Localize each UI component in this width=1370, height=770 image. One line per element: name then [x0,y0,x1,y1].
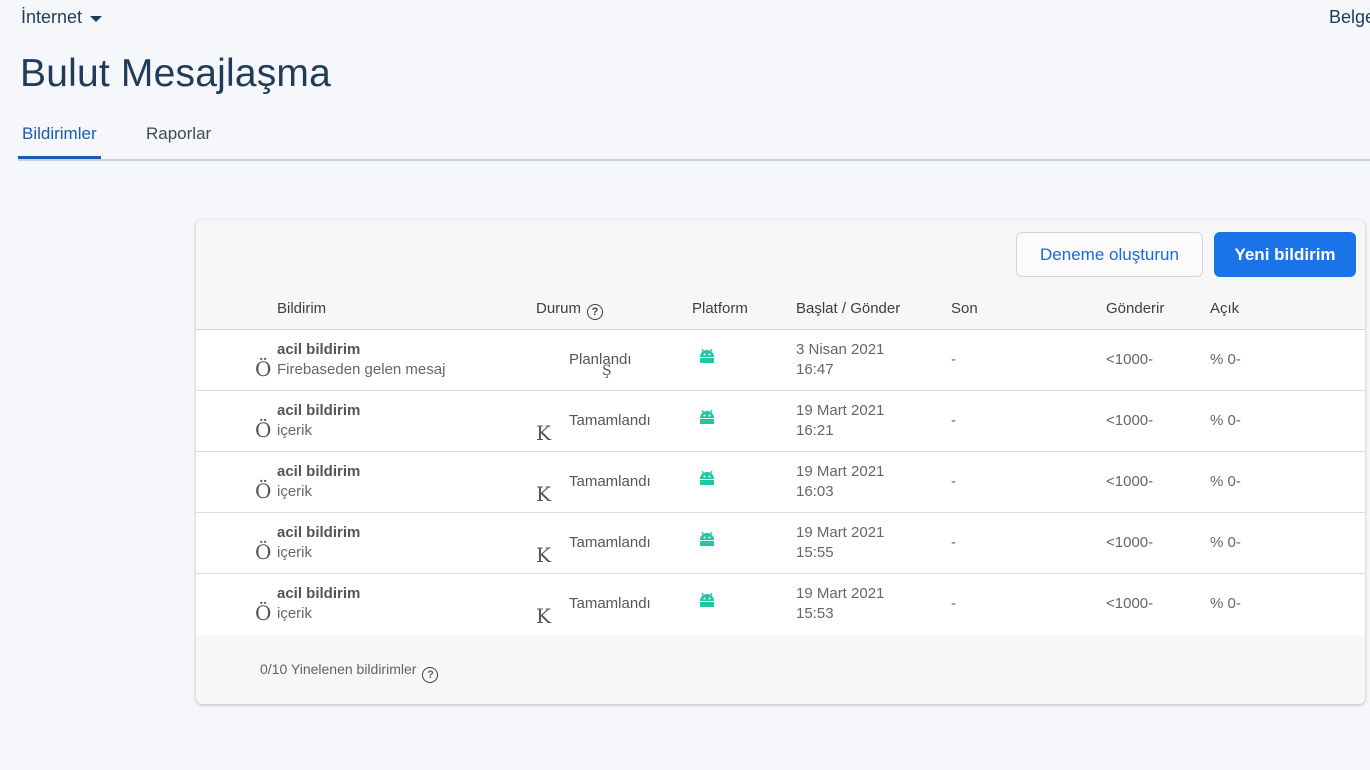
opens-value: % 0- [1210,473,1241,490]
top-bar: İnternet Belge [0,0,1370,36]
notification-rows: Ö acil bildirim Firebaseden gelen mesaj … [196,330,1365,635]
col-end[interactable]: Son [951,300,978,317]
send-time: 15:53 [796,605,834,622]
row-glyph: Ö [255,601,272,625]
status-text: Planlandı [569,351,632,368]
project-selector[interactable]: İnternet [21,7,103,28]
tab-bar: Bildirimler Raporlar [18,112,1370,161]
end-value: - [951,595,956,612]
col-status-label[interactable]: Durum [536,300,581,317]
help-icon[interactable]: ? [422,667,439,684]
send-time: 16:03 [796,483,834,500]
new-notification-button[interactable]: Yeni bildirim [1214,232,1356,277]
android-icon [700,348,714,363]
android-icon [700,531,714,546]
col-start-send[interactable]: Başlat / Gönder [796,300,900,317]
notification-name: acil bildirim [277,463,361,480]
status-glyph: K [536,421,551,445]
help-icon[interactable]: ? [587,304,604,321]
status-glyph: K [536,604,551,628]
table-row[interactable]: Ö acil bildirim içerik K Tamamlandı 19 M… [196,513,1365,574]
recurring-notifications-count: 0/10 Yinelenen bildirimler? [260,661,439,684]
send-date: 19 Mart 2021 [796,463,885,480]
notification-text: Firebaseden gelen mesaj [277,361,446,378]
end-value: - [951,473,956,490]
notification-name: acil bildirim [277,402,361,419]
table-row[interactable]: Ö acil bildirim içerik K Tamamlandı 19 M… [196,452,1365,513]
android-icon [700,409,714,424]
send-time: 15:55 [796,544,834,561]
send-time: 16:47 [796,361,834,378]
caret-down-icon [90,15,103,22]
send-date: 19 Mart 2021 [796,402,885,419]
send-date: 3 Nisan 2021 [796,341,885,358]
page-title: Bulut Mesajlaşma [20,52,331,95]
sends-value: <1000- [1106,534,1154,551]
table-header: Bildirim Durum? Platform Başlat / Gönder… [196,300,1365,330]
tab-notifications[interactable]: Bildirimler [18,124,101,159]
table-row[interactable]: Ö acil bildirim içerik K Tamamlandı 19 M… [196,391,1365,452]
status-glyph: Ş [602,363,612,379]
send-date: 19 Mart 2021 [796,585,885,602]
create-test-button[interactable]: Deneme oluşturun [1016,232,1203,277]
status-glyph: K [536,482,551,506]
col-platform[interactable]: Platform [692,300,748,317]
android-icon [700,470,714,485]
status-text: Tamamlandı [569,534,651,551]
notification-name: acil bildirim [277,341,361,358]
col-notification[interactable]: Bildirim [277,300,326,317]
notification-name: acil bildirim [277,585,361,602]
row-glyph: Ö [255,479,272,503]
opens-value: % 0- [1210,595,1241,612]
tab-reports[interactable]: Raporlar [146,124,211,144]
row-glyph: Ö [255,357,272,381]
status-text: Tamamlandı [569,595,651,612]
sends-value: <1000- [1106,595,1154,612]
opens-value: % 0- [1210,351,1241,368]
notification-name: acil bildirim [277,524,361,541]
row-glyph: Ö [255,418,272,442]
status-glyph: K [536,543,551,567]
project-name: İnternet [21,7,83,27]
android-icon [700,592,714,607]
col-sends[interactable]: Gönderir [1106,300,1164,317]
docs-link[interactable]: Belge [1329,7,1370,28]
notifications-card: Deneme oluşturun Yeni bildirim Bildirim … [196,220,1365,704]
notification-text: içerik [277,544,313,561]
sends-value: <1000- [1106,412,1154,429]
table-row[interactable]: Ö acil bildirim içerik K Tamamlandı 19 M… [196,574,1365,635]
sends-value: <1000- [1106,473,1154,490]
send-date: 19 Mart 2021 [796,524,885,541]
status-text: Tamamlandı [569,473,651,490]
notification-text: içerik [277,422,313,439]
opens-value: % 0- [1210,534,1241,551]
status-text: Tamamlandı [569,412,651,429]
end-value: - [951,412,956,429]
opens-value: % 0- [1210,412,1241,429]
col-opens[interactable]: Açık [1210,300,1239,317]
row-glyph: Ö [255,540,272,564]
table-row[interactable]: Ö acil bildirim Firebaseden gelen mesaj … [196,330,1365,391]
col-status: Durum? [536,300,604,321]
end-value: - [951,534,956,551]
notification-text: içerik [277,483,313,500]
recurring-label: 0/10 Yinelenen bildirimler [260,661,417,677]
end-value: - [951,351,956,368]
sends-value: <1000- [1106,351,1154,368]
send-time: 16:21 [796,422,834,439]
notification-text: içerik [277,605,313,622]
